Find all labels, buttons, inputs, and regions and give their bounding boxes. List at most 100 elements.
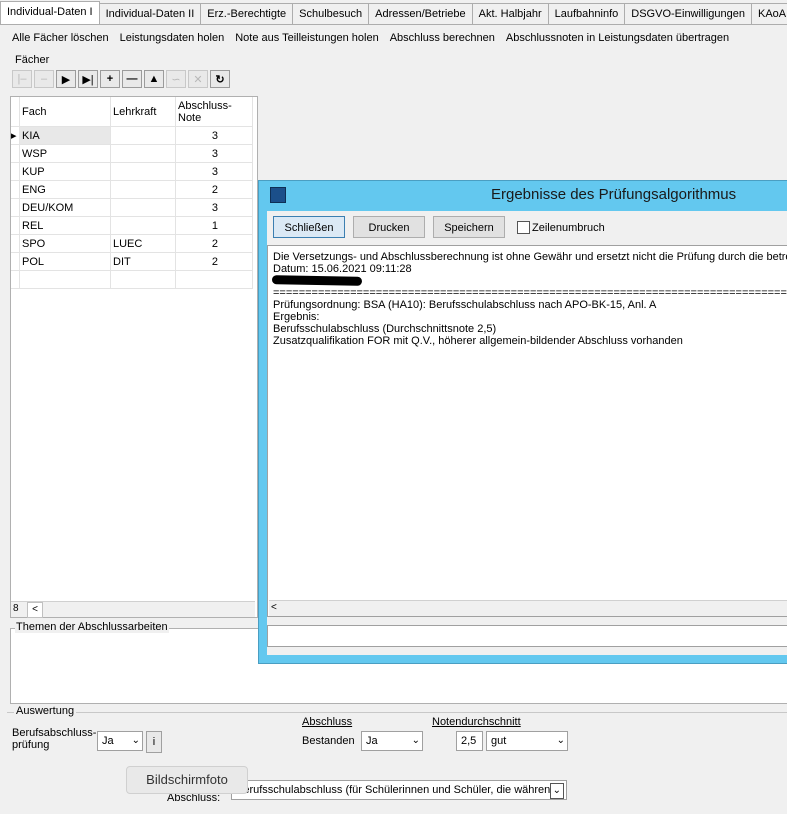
memo-hscroll[interactable]: <	[269, 600, 787, 616]
cell-note[interactable]: 2	[175, 180, 253, 199]
tab-4[interactable]: Adressen/Betriebe	[368, 3, 473, 24]
note-text-select[interactable]: gut ⌄	[486, 731, 568, 751]
action-link-3[interactable]: Abschluss berechnen	[390, 30, 495, 46]
cell-lehrkraft[interactable]	[110, 198, 176, 217]
table-row[interactable]: POL DIT 2	[11, 252, 253, 271]
col-fach[interactable]: Fach	[19, 97, 111, 127]
action-link-4[interactable]: Abschlussnoten in Leistungsdaten übertra…	[506, 30, 729, 46]
memo-content: Die Versetzungs- und Abschlussberechnung…	[268, 246, 787, 347]
bestanden-select[interactable]: Ja ⌄	[361, 731, 423, 751]
scroll-left-icon[interactable]: <	[27, 602, 43, 618]
cell-lehrkraft[interactable]	[110, 144, 176, 163]
cell-note[interactable]: 3	[175, 198, 253, 217]
faecher-grid[interactable]: Fach Lehrkraft Abschluss- Note ▸ KIA 3 WSP 3…	[10, 96, 258, 618]
tab-0[interactable]: Individual-Daten I	[0, 1, 100, 24]
note-value: 2,5	[461, 735, 477, 747]
cell-lehrkraft[interactable]	[110, 126, 176, 145]
cell-lehrkraft[interactable]: DIT	[110, 252, 176, 271]
last-icon[interactable]: ▶|	[78, 70, 98, 88]
memo-line: Prüfungsordnung: BSA (HA10): Berufsschul…	[273, 299, 657, 311]
table-row[interactable]: WSP 3	[11, 144, 253, 163]
action-link-1[interactable]: Leistungsdaten holen	[120, 30, 225, 46]
cell-lehrkraft[interactable]	[110, 162, 176, 181]
app-icon	[270, 187, 286, 203]
pruefung-value: Ja	[102, 735, 114, 747]
col-note[interactable]: Abschluss- Note	[175, 97, 253, 127]
table-row[interactable]: ENG 2	[11, 180, 253, 199]
table-row[interactable]: REL 1	[11, 216, 253, 235]
tab-7[interactable]: DSGVO-Einwilligungen	[624, 3, 752, 24]
memo-line: Zusatzqualifikation FOR mit Q.V., höhere…	[273, 335, 683, 347]
cell-lehrkraft[interactable]	[110, 180, 176, 199]
edit-icon[interactable]: ∽	[166, 70, 186, 88]
chevron-down-icon: ⌄	[131, 735, 140, 746]
tab-5[interactable]: Akt. Halbjahr	[471, 3, 549, 24]
cell-note[interactable]: 2	[175, 234, 253, 253]
cell-lehrkraft[interactable]	[110, 216, 176, 235]
table-row[interactable]: KUP 3	[11, 162, 253, 181]
row-count: 8	[13, 603, 19, 614]
info-button[interactable]: i	[146, 731, 162, 753]
tab-2[interactable]: Erz.-Berechtigte	[200, 3, 294, 24]
cell-fach[interactable]: KUP	[19, 162, 111, 181]
action-link-2[interactable]: Note aus Teilleistungen holen	[235, 30, 379, 46]
abschluss-value: Berufsschulabschluss (für Schülerinnen u…	[236, 784, 557, 796]
cell-fach[interactable]: DEU/KOM	[19, 198, 111, 217]
action-bar: Alle Fächer löschen Leistungsdaten holen N…	[12, 30, 729, 46]
close-button[interactable]: Schließen	[273, 216, 345, 238]
abschluss-select[interactable]: Berufsschulabschluss (für Schülerinnen u…	[231, 780, 567, 800]
screenshot-tooltip: Bildschirmfoto	[126, 766, 248, 794]
tab-8[interactable]: KAoA	[750, 3, 787, 24]
grid-hscroll[interactable]: 8 <	[11, 601, 255, 618]
cell-fach[interactable]: WSP	[19, 144, 111, 163]
save-button[interactable]: Speichern	[433, 216, 505, 238]
table-row[interactable]: ▸ KIA 3	[11, 126, 253, 145]
tab-1[interactable]: Individual-Daten II	[98, 3, 202, 24]
action-link-0[interactable]: Alle Fächer löschen	[12, 30, 109, 46]
cell-lehrkraft[interactable]: LUEC	[110, 234, 176, 253]
row-indicator[interactable]	[11, 198, 20, 217]
row-indicator[interactable]	[11, 162, 20, 181]
cell-fach[interactable]: ENG	[19, 180, 111, 199]
next-icon[interactable]: ▶	[56, 70, 76, 88]
cell-fach[interactable]: SPO	[19, 234, 111, 253]
dialog-titlebar[interactable]: Ergebnisse des Prüfungsalgorithmus	[259, 181, 787, 209]
dialog-body: Schließen Drucken Speichern Zeilenumbruc…	[267, 211, 787, 655]
row-indicator[interactable]	[11, 180, 20, 199]
prev-icon[interactable]: –	[34, 70, 54, 88]
col-lehrkraft[interactable]: Lehrkraft	[110, 97, 176, 127]
tab-3[interactable]: Schulbesuch	[292, 3, 370, 24]
add-icon[interactable]: +	[100, 70, 120, 88]
refresh-icon[interactable]: ↻	[210, 70, 230, 88]
note-field[interactable]: 2,5	[456, 731, 483, 751]
wrap-checkbox[interactable]	[517, 221, 530, 234]
cell-note[interactable]: 2	[175, 252, 253, 271]
row-indicator-icon[interactable]: ▸	[11, 126, 20, 145]
result-memo[interactable]: Die Versetzungs- und Abschlussberechnung…	[267, 245, 787, 617]
cell-note[interactable]: 3	[175, 144, 253, 163]
row-indicator[interactable]	[11, 252, 20, 271]
cell-fach[interactable]: POL	[19, 252, 111, 271]
print-button[interactable]: Drucken	[353, 216, 425, 238]
memo-line: Datum: 15.06.2021 09:11:28	[273, 263, 412, 275]
cell-note[interactable]: 3	[175, 162, 253, 181]
cell-note[interactable]: 1	[175, 216, 253, 235]
table-row[interactable]: DEU/KOM 3	[11, 198, 253, 217]
row-indicator[interactable]	[11, 144, 20, 163]
cell-note[interactable]: 3	[175, 126, 253, 145]
cell-fach[interactable]: KIA	[19, 126, 111, 145]
navigator-toolbar: |– – ▶ ▶| + — ▲ ∽ ✕ ↻	[12, 70, 230, 88]
table-row[interactable]: SPO LUEC 2	[11, 234, 253, 253]
remove-icon[interactable]: —	[122, 70, 142, 88]
cancel-icon[interactable]: ✕	[188, 70, 208, 88]
row-indicator[interactable]	[11, 216, 20, 235]
chevron-down-icon: ⌄	[411, 735, 420, 746]
scroll-left-icon[interactable]: <	[271, 602, 277, 613]
tab-6[interactable]: Laufbahninfo	[547, 3, 626, 24]
row-indicator[interactable]	[11, 234, 20, 253]
memo-line: ========================================…	[273, 287, 787, 299]
pruefung-select[interactable]: Ja ⌄	[97, 731, 143, 751]
up-icon[interactable]: ▲	[144, 70, 164, 88]
first-icon[interactable]: |–	[12, 70, 32, 88]
cell-fach[interactable]: REL	[19, 216, 111, 235]
